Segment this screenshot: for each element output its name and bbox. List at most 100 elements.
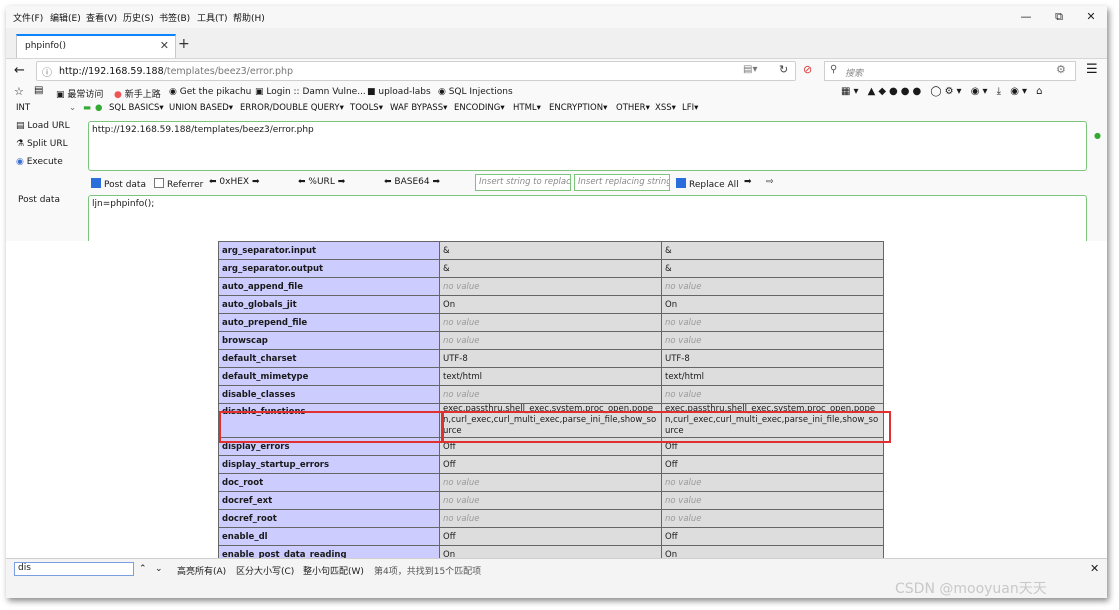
menu-edit[interactable]: 编辑(E)	[50, 11, 81, 24]
firefox-icon: ●	[114, 90, 122, 100]
load-url-button[interactable]: ▤ Load URL	[16, 121, 70, 131]
tab-close-icon[interactable]: ✕	[160, 39, 169, 52]
menu-html[interactable]: HTML▾	[513, 103, 541, 113]
find-previous-icon[interactable]: ⌃	[139, 564, 147, 574]
menu-encryption[interactable]: ENCRYPTION▾	[549, 103, 607, 113]
find-status: 第4项，共找到15个匹配项	[374, 567, 482, 577]
table-cell-key: disable_classes	[218, 385, 440, 404]
table-cell-local: On	[439, 545, 662, 558]
extension-icons[interactable]: ▦▾ ▲◆●●● ◯⚙▾ ◉▾ ⤓ ◉▾ ⌂	[841, 86, 1046, 97]
menu-encoding[interactable]: ENCODING▾	[454, 103, 505, 113]
find-close-icon[interactable]: ✕	[1090, 562, 1099, 575]
bookmark-upload-labs[interactable]: ■ upload-labs	[367, 87, 431, 97]
info-icon[interactable]: ⓘ	[42, 64, 52, 79]
table-row: auto_append_file no value no value	[218, 277, 884, 296]
table-cell-master: &	[661, 259, 884, 278]
post-data-textarea[interactable]: ljn=phpinfo();	[88, 195, 1087, 246]
blocked-icon[interactable]: ⊘	[803, 63, 812, 76]
split-url-button[interactable]: ⚗ Split URL	[16, 139, 68, 149]
search-input[interactable]: ⚲ 搜索	[824, 61, 1076, 81]
menu-waf-bypass[interactable]: WAF BYPASS▾	[390, 103, 447, 113]
replace-all-checkbox[interactable]: Replace All	[676, 178, 739, 190]
menu-lfi[interactable]: LFI▾	[682, 103, 698, 113]
table-cell-master: no value	[661, 509, 884, 528]
insert-replacing-input[interactable]: Insert replacing string	[574, 174, 670, 191]
table-cell-key: auto_prepend_file	[218, 313, 440, 332]
new-tab-icon[interactable]: +	[178, 36, 190, 52]
menu-history[interactable]: 历史(S)	[123, 11, 154, 24]
referrer-checkbox[interactable]: Referrer	[154, 178, 203, 190]
star-icon[interactable]: ☆	[14, 85, 24, 98]
bookmark-sql-injections[interactable]: ◉ SQL Injections	[438, 87, 513, 97]
bookmark-label: upload-labs	[378, 87, 431, 97]
page-content: arg_separator.input & & arg_separator.outp…	[6, 241, 1107, 558]
checkbox-unchecked	[154, 178, 164, 188]
menu-union-based[interactable]: UNION BASED▾	[169, 103, 233, 113]
replace-arrow-outline-icon[interactable]: ⇨	[766, 177, 774, 187]
minimize-icon[interactable]: —	[1016, 10, 1036, 24]
close-window-icon[interactable]: ✕	[1081, 10, 1101, 24]
url-path: /templates/beez3/error.php	[163, 66, 294, 77]
menu-other[interactable]: OTHER▾	[616, 103, 650, 113]
table-cell-key: auto_append_file	[218, 277, 440, 296]
hackbar-menu: INT ⌄ ▬ ● SQL BASICS▾ UNION BASED▾ ERROR…	[6, 101, 1107, 117]
table-cell-local: &	[439, 241, 662, 260]
bookmark-pikachu[interactable]: ◉ Get the pikachu	[169, 87, 251, 97]
menu-help[interactable]: 帮助(H)	[233, 11, 265, 24]
splitter-handle[interactable]: ●	[1094, 131, 1101, 140]
insert-string-input[interactable]: Insert string to replace	[475, 174, 571, 191]
menu-label: XSS	[655, 103, 672, 113]
whole-words-toggle[interactable]: 整小句匹配(W)	[303, 564, 364, 577]
addon-icon[interactable]: ⚙	[1056, 63, 1066, 76]
tab-bar: phpinfo() ✕	[6, 28, 1107, 58]
replace-arrow-icon[interactable]: ➡	[744, 177, 752, 187]
reload-icon[interactable]: ↻	[779, 63, 788, 76]
split-url-icon: ⚗	[16, 139, 25, 149]
library-icon[interactable]: ▤	[34, 85, 43, 96]
menu-file[interactable]: 文件(F)	[13, 11, 43, 24]
menu-label: ENCRYPTION	[549, 103, 604, 113]
menu-sql-basics[interactable]: SQL BASICS▾	[109, 103, 164, 113]
tab-title: phpinfo()	[25, 41, 67, 51]
menu-xss[interactable]: XSS▾	[655, 103, 676, 113]
base64-control[interactable]: ⬅ BASE64 ➡	[384, 177, 440, 187]
right-arrow-icon: ➡	[251, 177, 260, 187]
post-data-checkbox[interactable]: Post data	[91, 178, 146, 190]
bookmark-most-visited[interactable]: ▣ 最常访问	[56, 87, 103, 100]
browser-window: 文件(F) 编辑(E) 查看(V) 历史(S) 书签(B) 工具(T) 帮助(H…	[6, 6, 1107, 598]
tab-phpinfo[interactable]: phpinfo() ✕	[16, 34, 176, 58]
highlight-all-toggle[interactable]: 高亮所有(A)	[177, 564, 226, 577]
find-input[interactable]: dis	[14, 562, 134, 576]
bookmark-getting-started[interactable]: ● 新手上路	[114, 87, 161, 100]
url-encode-control[interactable]: ⬅ %URL ➡	[298, 177, 345, 187]
table-row: display_startup_errors Off Off	[218, 455, 884, 474]
reader-icon[interactable]: ▤▾	[743, 64, 757, 75]
menu-tools[interactable]: 工具(T)	[197, 11, 228, 24]
back-icon[interactable]: ←	[14, 63, 25, 78]
load-url-icon: ▤	[16, 121, 25, 131]
menu-tools[interactable]: TOOLS▾	[350, 103, 383, 113]
plus-icon[interactable]: ●	[95, 103, 102, 113]
hackbar: ▤ Load URL ⚗ Split URL ◉ Execute http://…	[6, 117, 1107, 246]
type-select[interactable]: INT	[16, 103, 30, 113]
url-textarea[interactable]: http://192.168.59.188/templates/beez3/er…	[88, 121, 1087, 171]
url-bar[interactable]: ⓘ http://192.168.59.188/templates/beez3/…	[36, 61, 796, 81]
bookmark-dvwa[interactable]: ▣ Login :: Damn Vulne...	[255, 87, 366, 97]
restore-icon[interactable]: ⧉	[1049, 10, 1069, 24]
hex-encode-control[interactable]: ⬅ 0xHEX ➡	[209, 177, 260, 187]
execute-icon: ◉	[16, 157, 24, 167]
nav-bar: ← ⓘ http://192.168.59.188/templates/beez…	[6, 58, 1107, 86]
table-cell-master: no value	[661, 277, 884, 296]
minus-icon[interactable]: ▬	[83, 103, 91, 113]
menu-bookmarks[interactable]: 书签(B)	[159, 11, 190, 24]
match-case-toggle[interactable]: 区分大小写(C)	[236, 564, 294, 577]
table-row: auto_globals_jit On On	[218, 295, 884, 314]
table-cell-local: no value	[439, 277, 662, 296]
table-cell-local: no value	[439, 491, 662, 510]
hamburger-menu-icon[interactable]: ☰	[1086, 62, 1098, 77]
find-next-icon[interactable]: ⌄	[155, 564, 163, 574]
chevron-down-icon[interactable]: ⌄	[69, 103, 76, 113]
execute-button[interactable]: ◉ Execute	[16, 157, 63, 167]
menu-view[interactable]: 查看(V)	[86, 11, 117, 24]
menu-error-double-query[interactable]: ERROR/DOUBLE QUERY▾	[240, 103, 344, 113]
